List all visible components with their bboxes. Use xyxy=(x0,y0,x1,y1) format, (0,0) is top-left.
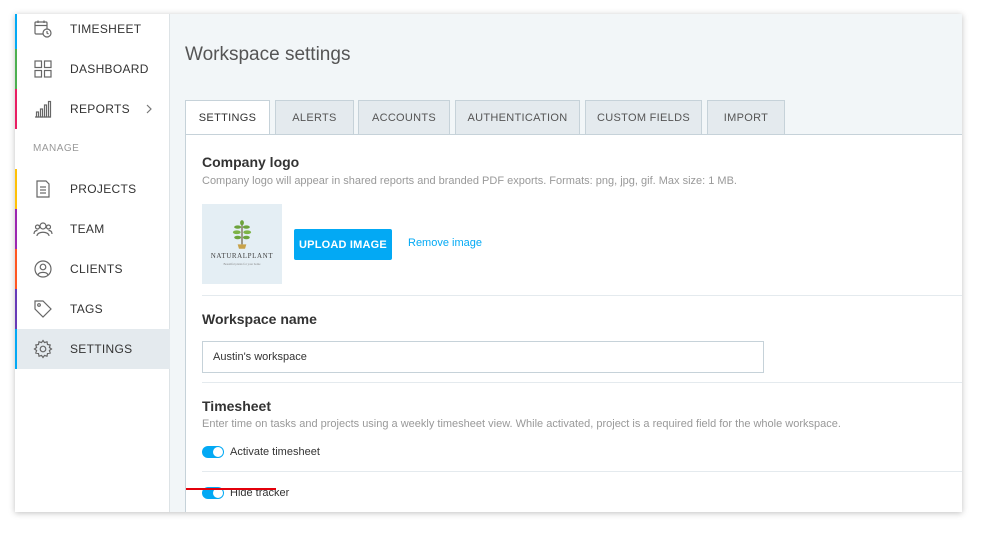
workspace-name-title: Workspace name xyxy=(202,311,317,327)
sidebar-item-team[interactable]: TEAM xyxy=(15,209,170,249)
sidebar-item-settings[interactable]: SETTINGS xyxy=(15,329,170,369)
tab-custom-fields[interactable]: CUSTOM FIELDS xyxy=(585,100,702,134)
settings-panel: Company logo Company logo will appear in… xyxy=(185,134,962,512)
company-logo-description: Company logo will appear in shared repor… xyxy=(202,175,737,187)
tab-accounts[interactable]: ACCOUNTS xyxy=(358,100,450,134)
toggle-knob xyxy=(213,447,223,457)
divider xyxy=(202,471,962,472)
nav-accent xyxy=(15,289,17,329)
divider xyxy=(202,295,962,296)
tab-import[interactable]: IMPORT xyxy=(707,100,785,134)
plant-logo-icon xyxy=(232,220,252,249)
nav-accent xyxy=(15,249,17,289)
workspace-name-input[interactable] xyxy=(202,341,764,373)
tag-icon xyxy=(33,299,53,319)
nav-accent xyxy=(15,329,17,369)
activate-timesheet-toggle[interactable] xyxy=(202,446,224,458)
sidebar-item-label: SETTINGS xyxy=(70,342,133,356)
sidebar-item-clients[interactable]: CLIENTS xyxy=(15,249,170,289)
client-icon xyxy=(33,259,53,279)
activate-timesheet-label: Activate timesheet xyxy=(230,446,320,458)
nav-accent xyxy=(15,14,17,49)
bar-chart-icon xyxy=(33,99,53,119)
sidebar-item-tags[interactable]: TAGS xyxy=(15,289,170,329)
nav-accent xyxy=(15,169,17,209)
grid-icon xyxy=(33,59,53,79)
company-logo-image: NATURALPLANT Beautiful plants for your h… xyxy=(202,204,282,284)
tab-authentication[interactable]: AUTHENTICATION xyxy=(455,100,580,134)
page-title: Workspace settings xyxy=(185,44,351,65)
timesheet-title: Timesheet xyxy=(202,398,271,414)
tab-settings[interactable]: SETTINGS xyxy=(185,100,270,135)
upload-image-button[interactable]: UPLOAD IMAGE xyxy=(294,229,392,260)
sidebar-item-label: TIMESHEET xyxy=(70,22,142,36)
logo-brand-text: NATURALPLANT xyxy=(210,252,274,260)
sidebar-item-label: REPORTS xyxy=(70,102,130,116)
nav-accent xyxy=(15,209,17,249)
divider xyxy=(202,382,962,383)
company-logo-title: Company logo xyxy=(202,154,300,170)
sidebar-item-dashboard[interactable]: DASHBOARD xyxy=(15,49,170,89)
highlight-underline xyxy=(186,488,276,490)
app-window: TIMESHEET DASHBOARD REPORTS MANAGE PROJE… xyxy=(15,14,962,512)
sidebar-item-label: TAGS xyxy=(70,302,103,316)
nav-accent xyxy=(15,49,17,89)
activate-timesheet-toggle-row[interactable]: Activate timesheet xyxy=(202,444,320,460)
sidebar-item-label: DASHBOARD xyxy=(70,62,149,76)
logo-tagline: Beautiful plants for your home xyxy=(223,262,261,266)
sidebar-section-manage: MANAGE xyxy=(33,143,80,154)
tab-alerts[interactable]: ALERTS xyxy=(275,100,354,134)
sidebar: TIMESHEET DASHBOARD REPORTS MANAGE PROJE… xyxy=(15,14,170,512)
sidebar-item-projects[interactable]: PROJECTS xyxy=(15,169,170,209)
sidebar-item-reports[interactable]: REPORTS xyxy=(15,89,170,129)
nav-accent xyxy=(15,89,17,129)
calendar-clock-icon xyxy=(33,19,53,39)
chevron-right-icon xyxy=(143,102,155,116)
sidebar-item-label: TEAM xyxy=(70,222,105,236)
timesheet-description: Enter time on tasks and projects using a… xyxy=(202,418,841,430)
sidebar-item-label: PROJECTS xyxy=(70,182,137,196)
remove-image-link[interactable]: Remove image xyxy=(408,237,482,249)
sidebar-item-label: CLIENTS xyxy=(70,262,123,276)
sidebar-item-timesheet[interactable]: TIMESHEET xyxy=(15,14,170,49)
main-content: Workspace settings SETTINGS ALERTS ACCOU… xyxy=(171,14,962,512)
people-icon xyxy=(33,219,53,239)
document-icon xyxy=(33,179,53,199)
gear-icon xyxy=(33,339,53,359)
